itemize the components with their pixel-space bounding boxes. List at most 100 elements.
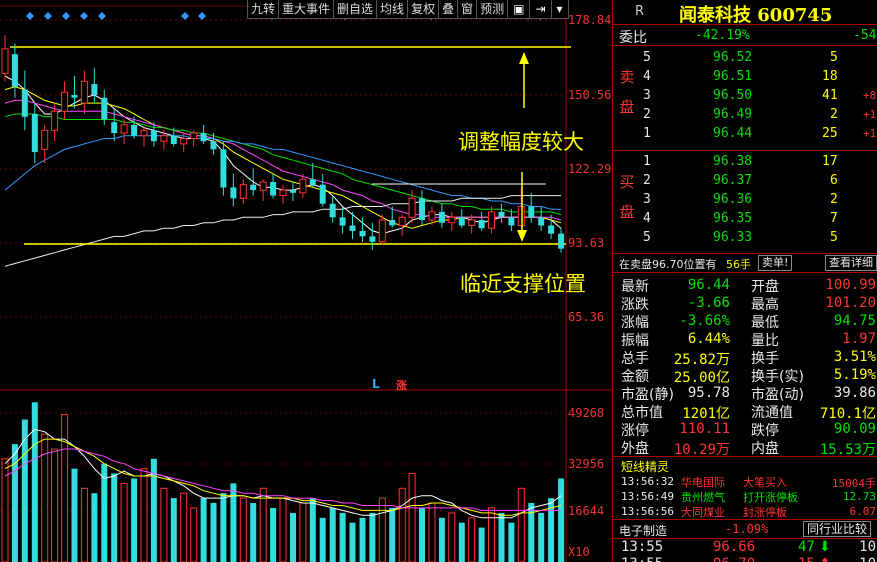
- stock-title: 闻泰科技 600745: [679, 5, 833, 26]
- candle-body: [21, 89, 28, 117]
- volume-bar: [200, 498, 207, 562]
- candle-body: [349, 225, 356, 231]
- sell-level-row[interactable]: 3 96.50 41 +8: [613, 87, 877, 106]
- tool-adjust-button[interactable]: 复权: [407, 0, 440, 19]
- level-volume: 6: [830, 173, 838, 188]
- buy-level-row[interactable]: 3 96.36 2: [613, 191, 877, 210]
- candle-body: [230, 187, 237, 199]
- candle-body: [150, 130, 157, 142]
- quote-value: 95.78: [687, 385, 730, 401]
- industry-pct: -1.09%: [725, 522, 769, 536]
- quote-label: 流通值: [751, 405, 793, 421]
- quote-label: 最新: [621, 279, 649, 295]
- industry-row: 电子制造 -1.09% 同行业比较: [613, 519, 877, 539]
- order-alert-bar: 在卖盘96.70位置有 56手 卖单! 查看详细: [613, 253, 877, 273]
- short-spirit-row[interactable]: 13:56:32 华电国际 大笔买入 15004手: [613, 474, 877, 490]
- quote-label: 内盘: [751, 441, 779, 457]
- quote-row: 市盈(静) 95.78 市盈(动) 39.86: [613, 384, 877, 403]
- event-type: 打开涨停板: [743, 491, 798, 504]
- level-price: 96.51: [713, 69, 753, 84]
- event-marker: [198, 12, 206, 20]
- short-spirit-row[interactable]: 13:56:56 大同煤业 封涨停板 6.07: [613, 504, 877, 519]
- candle-body: [1, 48, 9, 74]
- weibi-row: 委比 -42.19% -54: [613, 25, 877, 46]
- event-type: 封涨停板: [743, 506, 787, 519]
- calendar-icon[interactable]: ▣: [507, 0, 531, 19]
- volume-bar: [170, 498, 177, 562]
- sell-level-row[interactable]: 1 96.44 25 +11: [613, 125, 877, 144]
- buy-level-row[interactable]: 4 96.35 7: [613, 210, 877, 229]
- candle-body: [319, 184, 326, 204]
- volume-bar: [239, 497, 247, 562]
- quote-label: 金额: [621, 369, 649, 385]
- short-spirit-list[interactable]: 13:56:32 华电国际 大笔买入 15004手 13:56:49 贵州燃气 打开涨停板 1…: [613, 474, 877, 519]
- tick-list: 13:55 96.66 47⬇ 10 13:55 96.70 15 ⬆ 10: [613, 539, 877, 562]
- candle-body: [41, 129, 49, 150]
- price-tick-label: 122.29: [568, 162, 612, 176]
- candle-body: [508, 217, 515, 226]
- annotation-near-support: 临近支撑位置: [460, 272, 586, 296]
- level-change: +8: [863, 89, 877, 102]
- candle-body: [210, 141, 217, 150]
- tick-price: 96.66: [713, 539, 756, 555]
- volume-bar: [290, 512, 296, 562]
- tool-jiuzhuan-button[interactable]: 九转: [247, 0, 280, 19]
- buy-level-row[interactable]: 5 96.33 5: [613, 229, 877, 248]
- volume-bar: [508, 522, 515, 562]
- expand-icon[interactable]: ⇥: [529, 0, 552, 19]
- view-detail-button[interactable]: 查看详细: [825, 255, 877, 271]
- candle-body: [478, 220, 485, 229]
- sell-level-row[interactable]: 4 96.51 18: [613, 68, 877, 87]
- volume-bar: [309, 498, 316, 562]
- tool-major-events-button[interactable]: 重大事件: [278, 0, 335, 19]
- tick-row: 13:55 96.70 15 ⬆ 10: [613, 556, 877, 562]
- volume-bar: [329, 507, 336, 562]
- candle-body: [458, 217, 465, 226]
- price-tick-label: 150.56: [568, 88, 612, 102]
- quote-row: 总市值 1201亿 流通值 710.1亿: [613, 402, 877, 422]
- level-volume: 5: [830, 230, 838, 245]
- tick-price: 96.70: [713, 556, 755, 562]
- candle-body: [389, 220, 396, 226]
- quote-row: 涨幅 -3.66% 最低 94.75: [613, 312, 877, 331]
- tool-forecast-button[interactable]: 预测: [476, 0, 509, 19]
- tool-moving-average-button[interactable]: 均线: [376, 0, 409, 19]
- price-tick-label: 178.84: [568, 13, 612, 27]
- event-time: 13:56:56: [621, 505, 674, 518]
- candle-body: [101, 97, 108, 120]
- level-num: 1: [643, 126, 651, 141]
- sell-level-row[interactable]: 5 96.52 5: [613, 49, 877, 68]
- event-marker: [26, 12, 34, 20]
- candle-body: [548, 225, 555, 234]
- sell-level-row[interactable]: 2 96.49 2 +1: [613, 106, 877, 125]
- tick-time: 13:55: [621, 539, 664, 555]
- level-volume: 25: [822, 126, 838, 141]
- weibi-diff: -54: [853, 28, 877, 43]
- tick-extra: 10: [859, 539, 876, 555]
- candle-body: [419, 198, 425, 220]
- volume-bar: [91, 493, 98, 562]
- kline-chart-area[interactable]: 九转 重大事件 删自选 均线 复权 叠 窗 预测 ▣ ⇥ ▾ 178.84 15…: [0, 0, 612, 562]
- tool-window-button[interactable]: 窗: [457, 0, 478, 19]
- event-time: 13:56:32: [621, 475, 674, 488]
- volume-bar: [21, 419, 28, 562]
- quote-label: 量比: [751, 333, 779, 349]
- industry-compare-button[interactable]: 同行业比较: [803, 521, 872, 537]
- short-spirit-row[interactable]: 13:56:49 贵州燃气 打开涨停板 12.73: [613, 489, 877, 504]
- quote-table: 最新 96.44 开盘 100.99 涨跌 -3.66 最高 101.20 涨幅 -3.66% 最低…: [613, 273, 877, 458]
- volume-bar: [230, 483, 237, 562]
- level-num: 3: [643, 192, 651, 207]
- volume-tick-label: 32956: [568, 457, 605, 471]
- dropdown-icon[interactable]: ▾: [550, 0, 569, 19]
- candle-body: [239, 184, 247, 199]
- buy-level-row[interactable]: 2 96.37 6: [613, 172, 877, 191]
- event-marker: [98, 12, 106, 20]
- sell-order-button[interactable]: 卖单!: [758, 255, 793, 271]
- order-alert-text: 在卖盘96.70位置有: [619, 258, 717, 271]
- buy-level-row[interactable]: 1 96.38 17: [613, 153, 877, 172]
- candle-body: [448, 216, 456, 224]
- level-volume: 2: [830, 107, 838, 122]
- tool-remove-watchlist-button[interactable]: 删自选: [333, 0, 378, 19]
- candle-body: [428, 211, 436, 221]
- tool-overlay-button[interactable]: 叠: [438, 0, 459, 19]
